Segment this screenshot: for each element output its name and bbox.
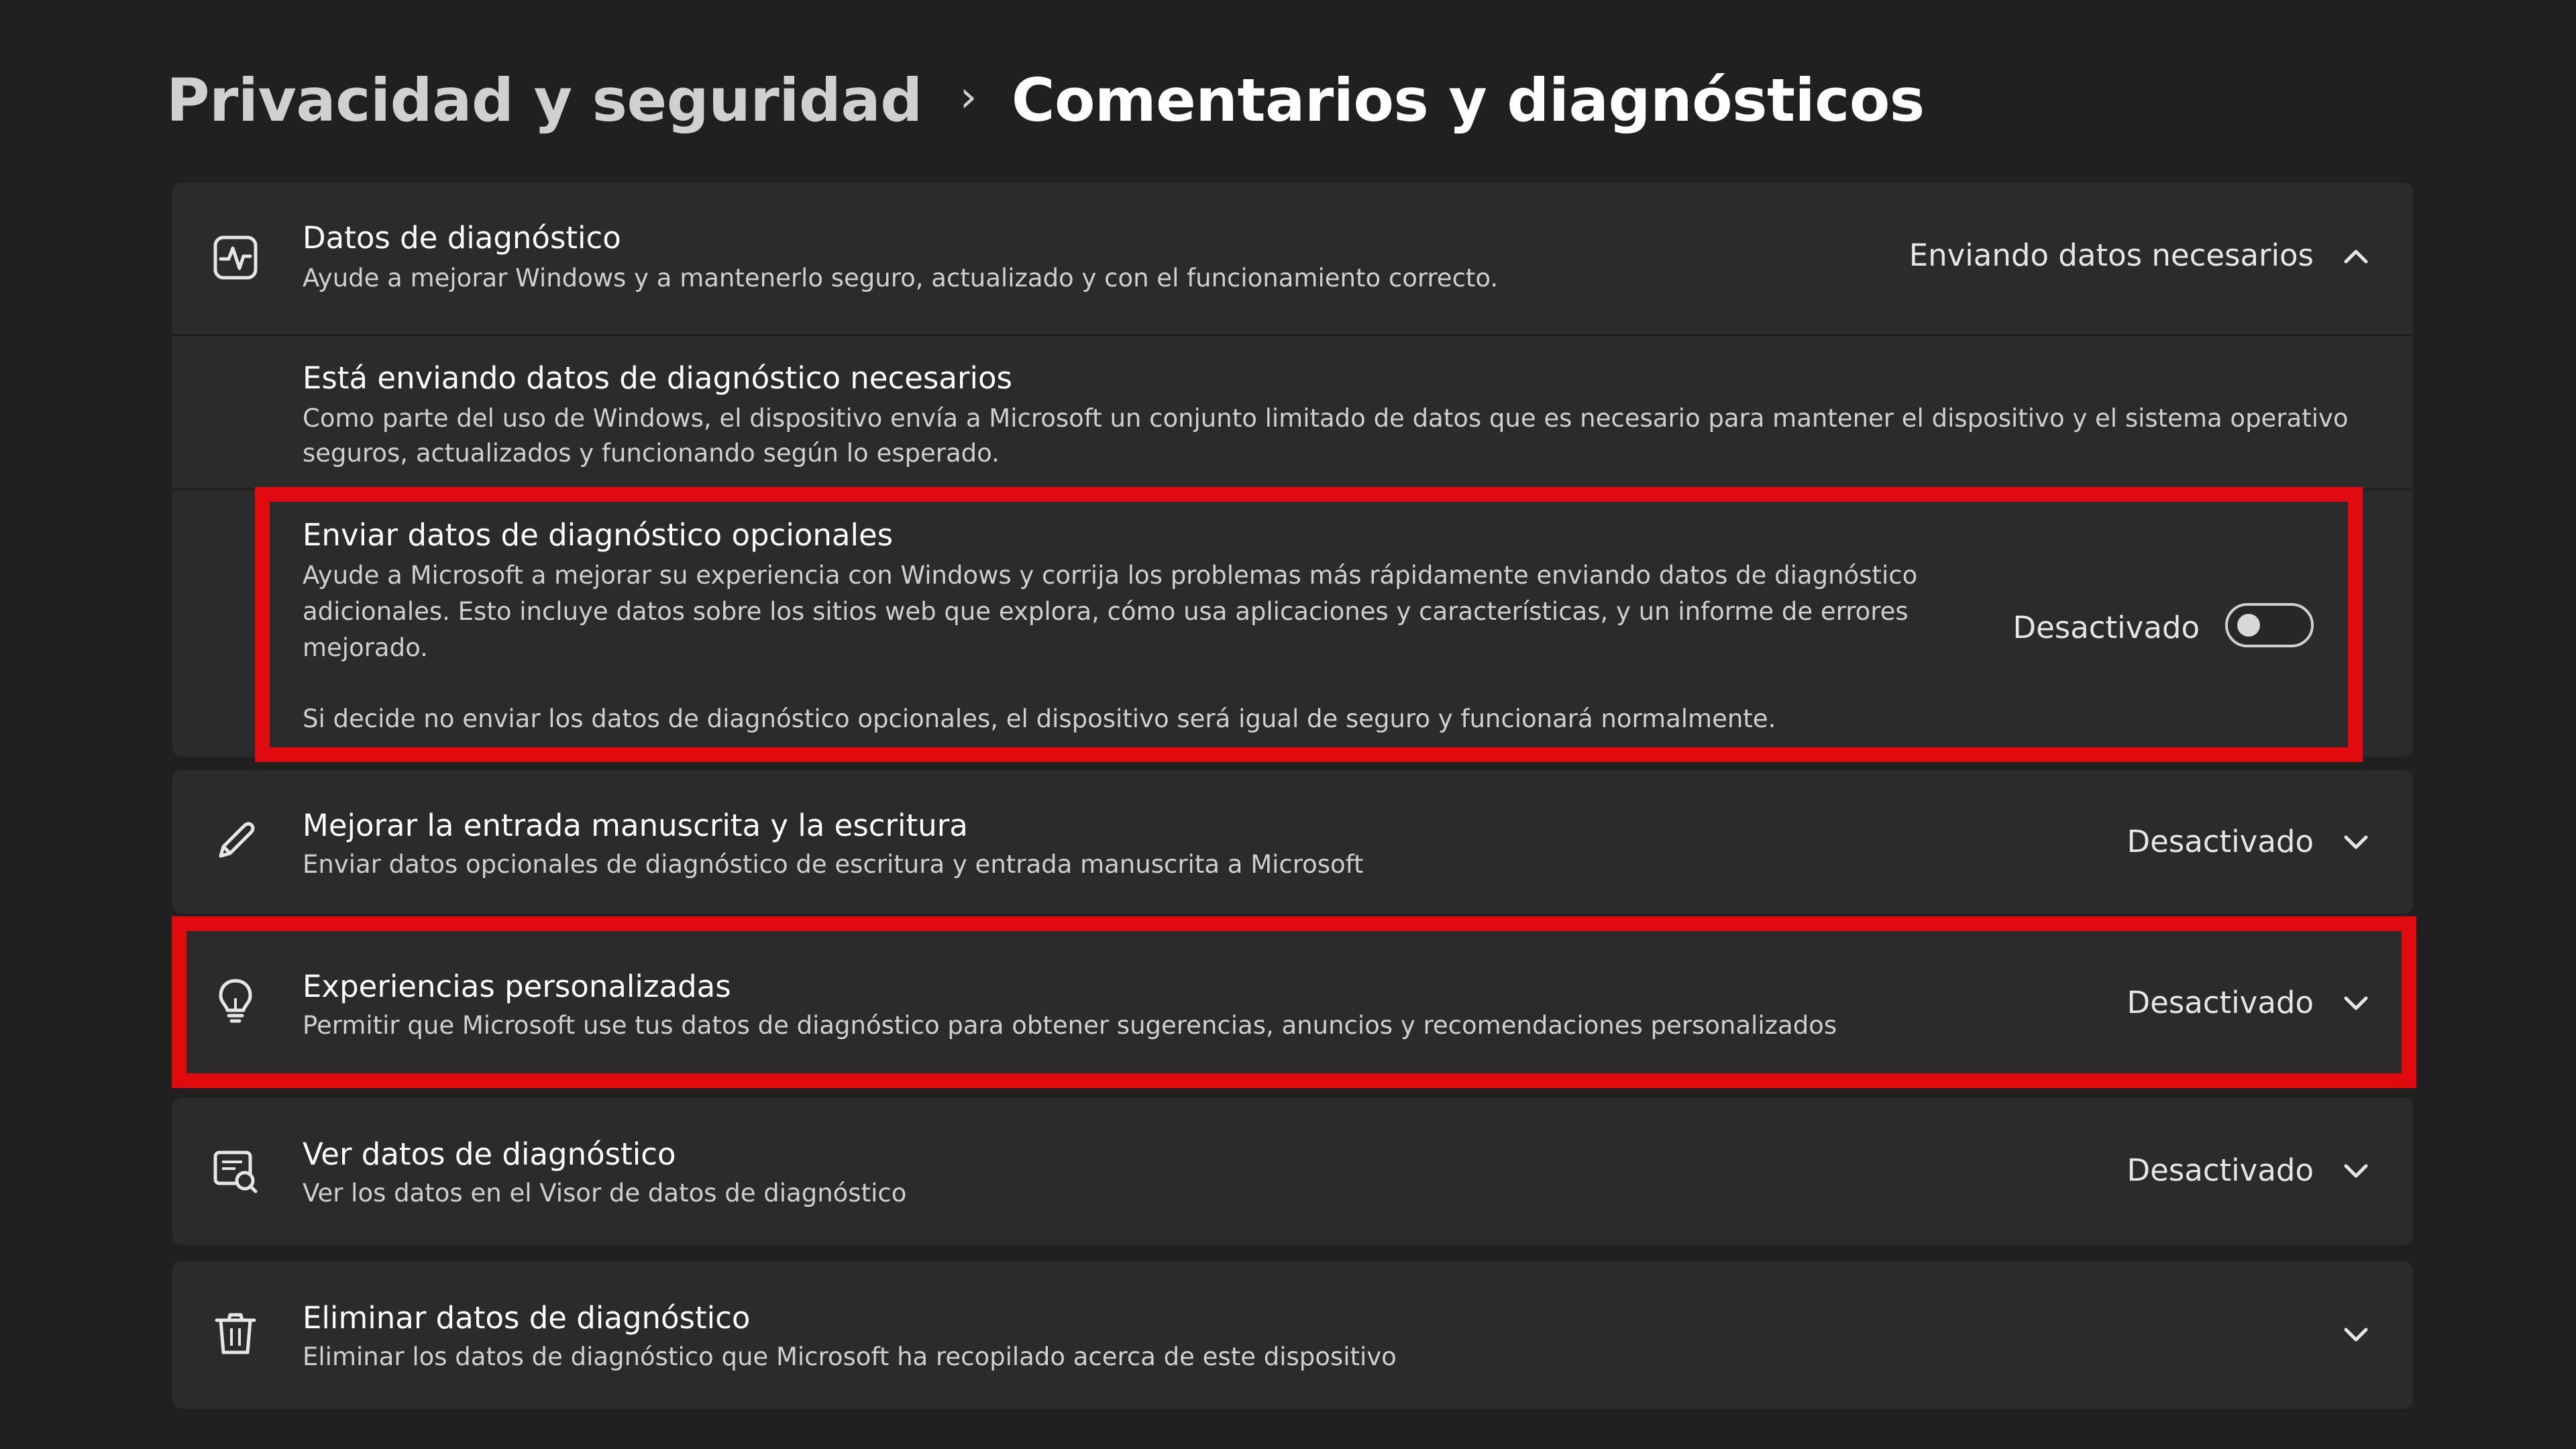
chevron-down-icon[interactable] [2341, 826, 2371, 857]
optional-diagnostic-description-line3: mejorado. [303, 633, 428, 662]
handwriting-card[interactable]: Mejorar la entrada manuscrita y la escri… [172, 770, 2413, 914]
delete-diagnostic-data-title: Eliminar datos de diagnóstico [303, 1300, 751, 1336]
view-diagnostic-data-card[interactable]: Ver datos de diagnóstico Ver los datos e… [172, 1097, 2413, 1245]
optional-diagnostic-note: Si decide no enviar los datos de diagnós… [303, 704, 1776, 733]
required-diagnostic-row: Está enviando datos de diagnóstico neces… [172, 334, 2413, 490]
breadcrumb-parent[interactable]: Privacidad y seguridad [166, 66, 922, 135]
optional-diagnostic-row: Enviar datos de diagnóstico opcionales A… [172, 488, 2413, 759]
tailored-experiences-title: Experiencias personalizadas [303, 969, 731, 1004]
optional-diagnostic-title: Enviar datos de diagnóstico opcionales [303, 517, 894, 553]
view-diagnostic-data-status: Desactivado [2127, 1152, 2314, 1188]
chevron-up-icon[interactable] [2341, 241, 2371, 272]
page-title: Comentarios y diagnósticos [1011, 65, 1925, 135]
diagnostic-data-description: Ayude a mejorar Windows y a mantenerlo s… [303, 264, 1499, 292]
optional-diagnostic-description-line1: Ayude a Microsoft a mejorar su experienc… [303, 561, 1918, 590]
tailored-experiences-description: Permitir que Microsoft use tus datos de … [303, 1011, 1837, 1040]
view-diagnostic-data-description: Ver los datos en el Visor de datos de di… [303, 1179, 907, 1208]
diagnostic-data-title: Datos de diagnóstico [303, 220, 621, 256]
handwriting-title: Mejorar la entrada manuscrita y la escri… [303, 808, 968, 843]
optional-diagnostic-description-line2: adicionales. Esto incluye datos sobre lo… [303, 597, 1909, 626]
required-diagnostic-title: Está enviando datos de diagnóstico neces… [303, 360, 1012, 396]
chevron-down-icon[interactable] [2341, 1319, 2371, 1350]
delete-diagnostic-data-description: Eliminar los datos de diagnóstico que Mi… [303, 1342, 1397, 1371]
required-diagnostic-description-line1: Como parte del uso de Windows, el dispos… [303, 404, 2349, 433]
tailored-experiences-card[interactable]: Experiencias personalizadas Permitir que… [172, 927, 2413, 1076]
handwriting-description: Enviar datos opcionales de diagnóstico d… [303, 850, 1364, 879]
data-viewer-icon [213, 1150, 258, 1193]
diagnostic-pulse-icon [213, 235, 258, 280]
handwriting-status: Desactivado [2127, 824, 2314, 859]
diagnostic-data-card: Datos de diagnóstico Ayude a mejorar Win… [172, 182, 2413, 757]
optional-diagnostic-toggle[interactable] [2225, 603, 2314, 647]
lightbulb-icon [219, 979, 252, 1023]
breadcrumb: Privacidad y seguridad › Comentarios y d… [166, 56, 1925, 144]
breadcrumb-separator-icon: › [959, 72, 977, 122]
trash-icon [215, 1313, 256, 1354]
toggle-knob [2237, 614, 2260, 637]
diagnostic-data-header[interactable]: Datos de diagnóstico Ayude a mejorar Win… [172, 182, 2413, 334]
chevron-down-icon[interactable] [2341, 1155, 2371, 1186]
view-diagnostic-data-title: Ver datos de diagnóstico [303, 1136, 676, 1172]
required-diagnostic-description-line2: seguros, actualizados y funcionando segú… [303, 439, 1000, 468]
chevron-down-icon[interactable] [2341, 987, 2371, 1018]
delete-diagnostic-data-card[interactable]: Eliminar datos de diagnóstico Eliminar l… [172, 1261, 2413, 1409]
diagnostic-data-status: Enviando datos necesarios [1909, 237, 2314, 273]
pen-icon [219, 822, 255, 858]
tailored-experiences-status: Desactivado [2127, 985, 2314, 1020]
optional-diagnostic-toggle-label: Desactivado [2012, 610, 2200, 645]
